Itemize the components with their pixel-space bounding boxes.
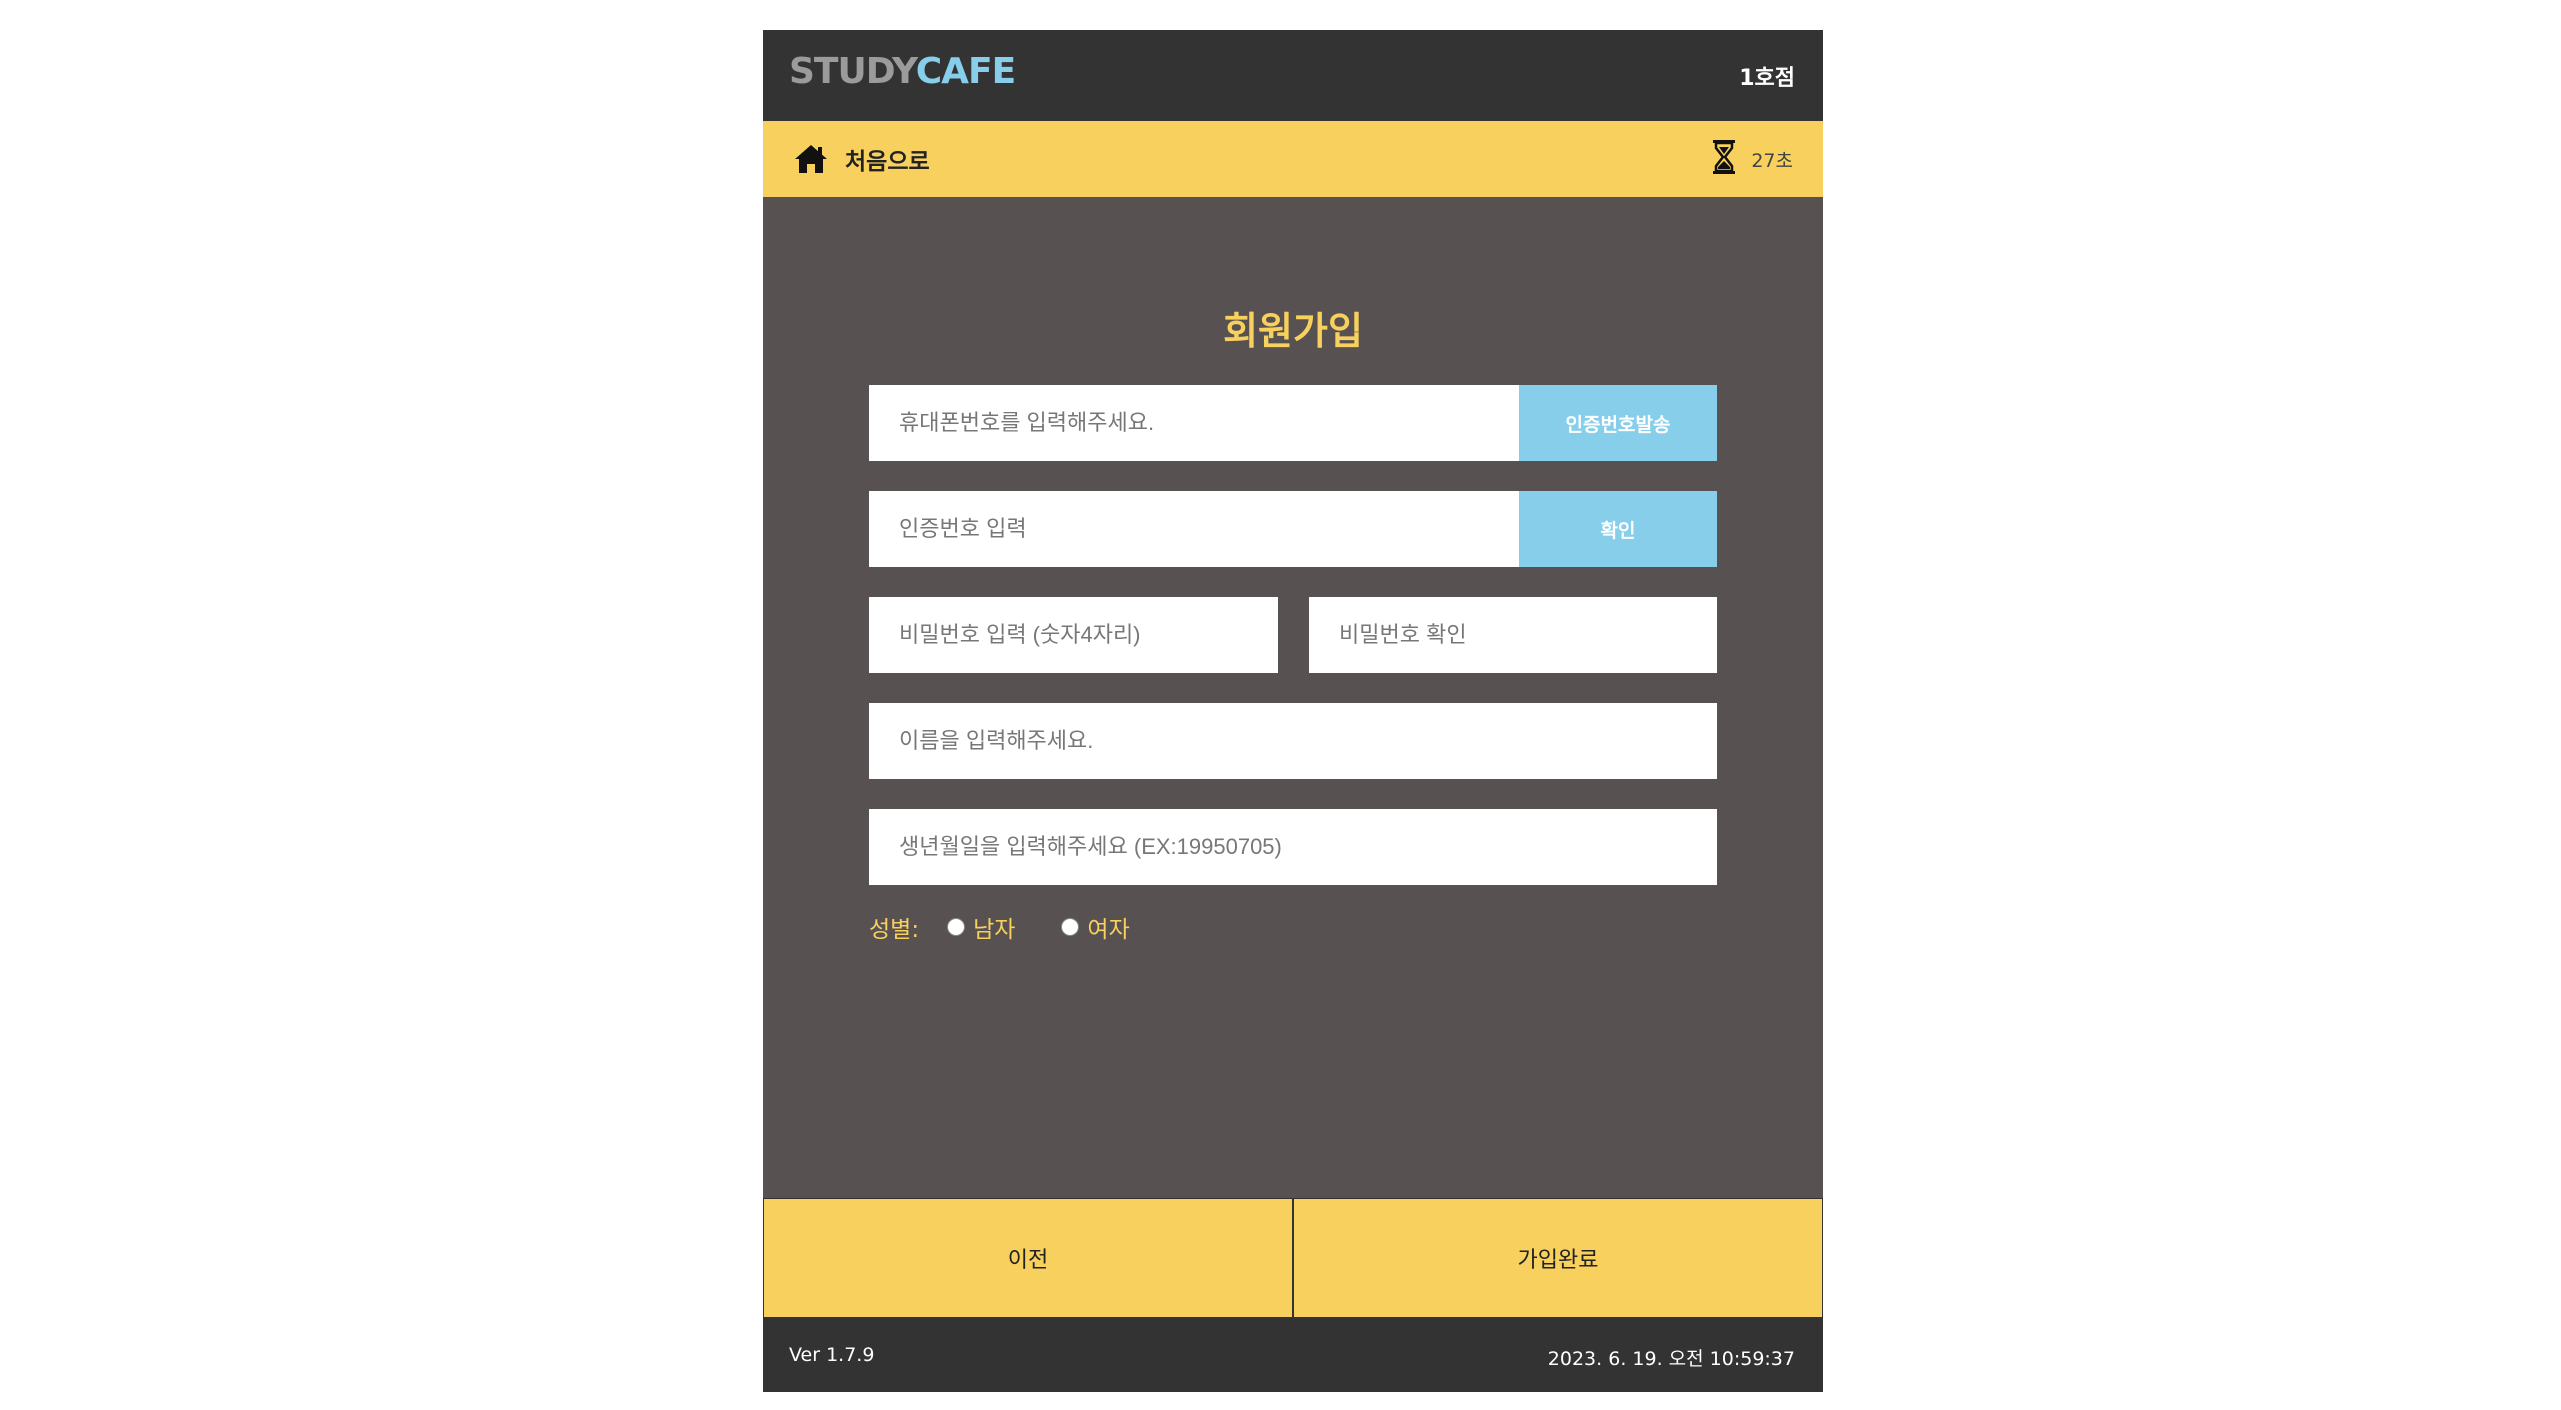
- send-code-button[interactable]: 인증번호발송: [1519, 385, 1717, 461]
- version-text: Ver 1.7.9: [789, 1344, 875, 1366]
- kiosk-panel: STUDYCAFE 1호점 처음으로 27초 회원가입 휴대폰번호를 입력해주세…: [763, 30, 1823, 1392]
- birthdate-input[interactable]: [869, 809, 1717, 885]
- gender-female-label: 여자: [1087, 917, 1130, 943]
- gender-female-option[interactable]: 여자: [1061, 910, 1130, 944]
- branch-name: 1호점: [1739, 66, 1795, 91]
- gender-male-option[interactable]: 남자: [947, 910, 1015, 944]
- password-input[interactable]: [869, 597, 1278, 673]
- logo-study: STUDY: [789, 51, 917, 92]
- name-input[interactable]: [869, 703, 1717, 779]
- session-timer: 27초: [1713, 121, 1793, 197]
- complete-signup-button[interactable]: 가입완료: [1293, 1198, 1823, 1318]
- gender-male-label: 남자: [973, 917, 1016, 943]
- prev-button[interactable]: 이전: [763, 1198, 1293, 1318]
- home-label: 처음으로: [845, 149, 930, 175]
- nav-bar: 처음으로 27초: [763, 121, 1823, 197]
- datetime-text: 2023. 6. 19. 오전 10:59:37: [1547, 1348, 1795, 1370]
- home-icon: [793, 143, 829, 175]
- logo-cafe: CAFE: [915, 51, 1016, 92]
- phone-input[interactable]: [869, 385, 1519, 461]
- gender-selector: 성별: 남자 여자: [869, 910, 1176, 944]
- gender-female-radio[interactable]: [1061, 918, 1080, 936]
- action-bar: 이전 가입완료: [763, 1198, 1823, 1318]
- top-header: STUDYCAFE 1호점: [763, 30, 1823, 121]
- page-title: 회원가입: [1223, 309, 1363, 353]
- password-confirm-input[interactable]: [1309, 597, 1717, 673]
- verification-code-input[interactable]: [869, 491, 1519, 567]
- home-button[interactable]: 처음으로: [793, 121, 930, 197]
- gender-male-radio[interactable]: [947, 918, 966, 936]
- logo: STUDYCAFE: [789, 51, 1016, 92]
- timer-text: 27초: [1751, 149, 1793, 172]
- confirm-code-button[interactable]: 확인: [1519, 491, 1717, 567]
- footer-bar: Ver 1.7.9 2023. 6. 19. 오전 10:59:37: [763, 1318, 1823, 1392]
- hourglass-icon: [1713, 140, 1736, 178]
- gender-label: 성별:: [869, 917, 920, 943]
